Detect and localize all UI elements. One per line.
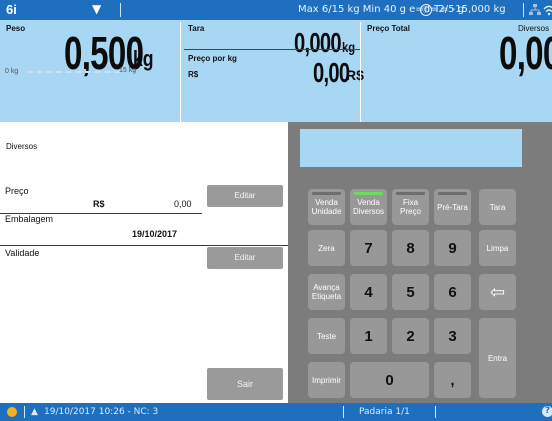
weight-scale-bar — [27, 71, 120, 73]
entra-key[interactable]: Entra — [479, 318, 516, 398]
divider — [360, 22, 361, 122]
divider — [523, 3, 524, 17]
key-label: Venda — [315, 198, 338, 207]
tara-label: Tara — [188, 24, 205, 33]
divider — [180, 22, 181, 122]
validade-label: Validade — [5, 248, 40, 258]
digit-7-key[interactable]: 7 — [350, 230, 387, 266]
model-label: 6i — [6, 2, 17, 17]
tara-value: 0,000 — [294, 27, 342, 58]
info-icon: Ⓘ — [420, 4, 432, 16]
mode-indicator — [438, 192, 467, 195]
key-label: Pré-Tara — [437, 202, 468, 212]
scale-max-label: 15 kg — [119, 67, 137, 74]
digit-4-key[interactable]: 4 — [350, 274, 387, 310]
preco-total-value: 0,00 — [499, 27, 552, 79]
mode-indicator-active — [354, 192, 383, 195]
digit-1-key[interactable]: 1 — [350, 318, 387, 354]
digit-3-key[interactable]: 3 — [434, 318, 471, 354]
teste-key[interactable]: Teste — [308, 318, 345, 354]
digit-6-key[interactable]: 6 — [434, 274, 471, 310]
preco-total-label: Preço Total — [367, 24, 410, 33]
preco-label: Preço — [5, 186, 29, 196]
avanca-etiqueta-key[interactable]: Avança Etiqueta — [308, 274, 345, 310]
venda-unidade-key[interactable]: Venda Unidade — [308, 189, 345, 225]
keypad-screen — [300, 129, 522, 167]
weight-display: Peso 0,500 kg 0 kg 15 kg Tara 0,000 kg P… — [0, 20, 552, 122]
pre-tara-key[interactable]: Pré-Tara — [434, 189, 471, 225]
preco-por-kg-label: Preço por kg — [188, 54, 237, 63]
status-datetime: 19/10/2017 10:26 - NC: 3 — [44, 407, 159, 417]
digit-5-key[interactable]: 5 — [392, 274, 429, 310]
digit-8-key[interactable]: 8 — [392, 230, 429, 266]
network-icon — [529, 4, 541, 15]
divider — [435, 406, 436, 418]
keypad-panel: Venda Unidade Venda Diversos Fixa Preço … — [288, 122, 552, 403]
mode-indicator — [312, 192, 341, 195]
key-label: Diversos — [352, 207, 385, 216]
section-label: Padaria 1/1 — [359, 407, 410, 417]
embalagem-date: 19/10/2017 — [132, 229, 178, 239]
editar-validade-button[interactable]: Editar — [207, 247, 283, 269]
wifi-icon — [543, 5, 552, 16]
status-led-icon — [7, 407, 17, 417]
scale-min-label: 0 kg — [5, 68, 19, 75]
arrow-up-icon: ▲ — [31, 407, 38, 417]
item-panel: Diversos Preço R$ 0,00 Editar Embalagem … — [0, 122, 288, 403]
divider — [120, 3, 121, 17]
temperature-readout: T= -15,000 kg — [434, 4, 506, 15]
comma-key[interactable]: , — [434, 362, 471, 398]
key-label: Etiqueta — [311, 292, 342, 301]
digit-0-key[interactable]: 0 — [350, 362, 429, 398]
digit-9-key[interactable]: 9 — [434, 230, 471, 266]
divider — [343, 406, 344, 418]
help-icon[interactable]: ? — [542, 406, 552, 417]
venda-diversos-key[interactable]: Venda Diversos — [350, 189, 387, 225]
divider — [24, 406, 25, 418]
imprimir-key[interactable]: Imprimir — [308, 362, 345, 398]
editar-preco-button[interactable]: Editar — [207, 185, 283, 207]
preco-por-kg-value: 0,00 — [313, 57, 350, 88]
key-label: Venda — [357, 198, 380, 207]
zera-key[interactable]: Zera — [308, 230, 345, 266]
divider — [0, 245, 288, 246]
ppk-unit: R$ — [346, 67, 364, 83]
model-dropdown-icon[interactable]: ▼ — [92, 2, 101, 16]
key-label: Avança — [313, 283, 340, 292]
fixa-preco-key[interactable]: Fixa Preço — [392, 189, 429, 225]
limpa-key[interactable]: Limpa — [479, 230, 516, 266]
divider — [184, 49, 360, 50]
key-label: Preço — [400, 207, 421, 216]
key-label: Fixa — [402, 198, 419, 207]
digit-2-key[interactable]: 2 — [392, 318, 429, 354]
ppk-currency: R$ — [188, 70, 199, 79]
embalagem-label: Embalagem — [5, 214, 54, 224]
mode-indicator — [396, 192, 425, 195]
tara-unit: kg — [342, 39, 356, 55]
top-bar: 6i ▼ Max 6/15 kg Min 40 g e=d=2/5 g Ⓘ T=… — [0, 0, 552, 20]
preco-currency: R$ — [93, 199, 105, 209]
backspace-key[interactable]: ⇦ — [479, 274, 516, 310]
status-bar: ▲ 19/10/2017 10:26 - NC: 3 Padaria 1/1 ? — [0, 403, 552, 421]
key-label: Unidade — [311, 207, 342, 216]
sair-button[interactable]: Sair — [207, 368, 283, 400]
preco-value: 0,00 — [174, 199, 192, 209]
tara-key[interactable]: Tara — [479, 189, 516, 225]
peso-label: Peso — [6, 24, 26, 33]
panel-title: Diversos — [6, 142, 38, 151]
